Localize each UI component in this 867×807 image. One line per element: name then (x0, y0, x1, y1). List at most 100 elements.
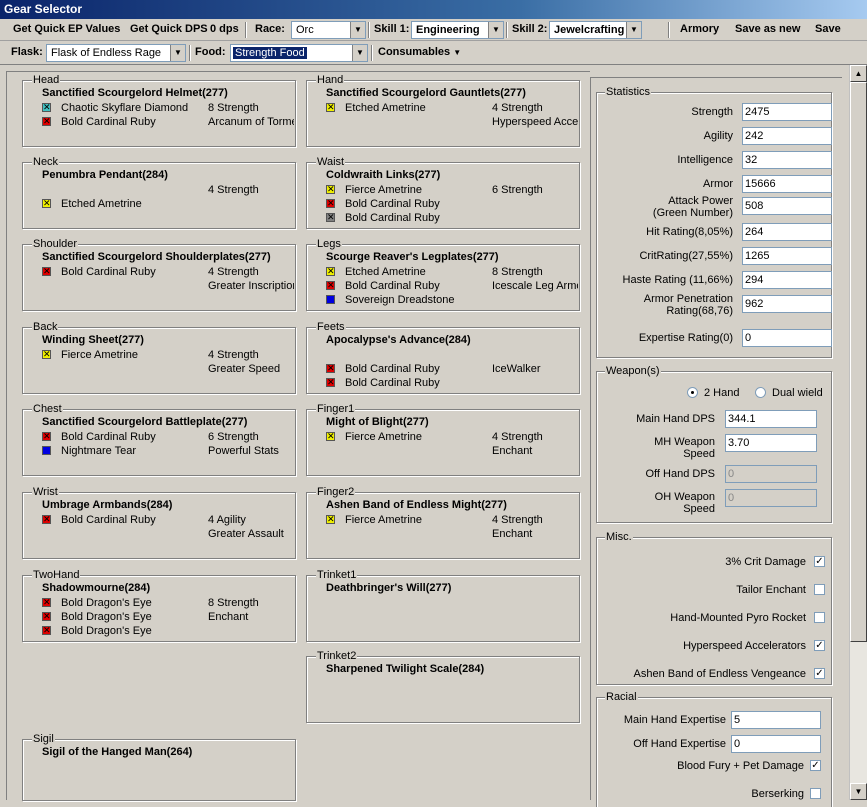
gear-enchant[interactable]: IceWalker (492, 363, 578, 376)
stat-enchant[interactable]: 4 Strength (492, 514, 578, 527)
misc-option-checkbox[interactable]: ✓ (814, 668, 825, 679)
misc-option-checkbox[interactable]: ✓ (814, 640, 825, 651)
get-quick-dps-button[interactable]: Get Quick DPS (130, 19, 208, 40)
item-name[interactable]: Umbrage Armbands(284) (42, 499, 172, 511)
gem-socket[interactable]: Fierce Ametrine (326, 183, 422, 197)
item-name[interactable]: Deathbringer's Will(277) (326, 582, 451, 594)
gem-socket[interactable]: Nightmare Tear (42, 445, 136, 458)
gear-slot-back[interactable]: BackWinding Sheet(277) Fierce Ametrine 4 S… (22, 320, 296, 394)
item-name[interactable]: Ashen Band of Endless Might(277) (326, 499, 507, 511)
vertical-scrollbar[interactable]: ▲ ▼ (849, 65, 867, 800)
gear-slot-head[interactable]: HeadSanctified Scourgelord Helmet(277) Ch… (22, 73, 296, 147)
misc-option-checkbox[interactable] (814, 584, 825, 595)
gem-socket[interactable]: Bold Cardinal Ruby (42, 430, 156, 444)
gear-enchant[interactable]: Arcanum of Torment (208, 116, 294, 129)
gear-slot-finger2[interactable]: Finger2Ashen Band of Endless Might(277) F… (306, 485, 580, 559)
stat-value-input[interactable]: 2475 (742, 103, 832, 121)
stat-value-input[interactable]: 508 (742, 197, 832, 215)
gem-socket[interactable]: Bold Cardinal Ruby (42, 513, 156, 527)
armory-button[interactable]: Armory (680, 19, 719, 40)
arrow-up-icon[interactable]: ▲ (850, 65, 867, 82)
gear-slot-hand[interactable]: Hand Sanctified Scourgelord Gauntlets(277… (306, 73, 580, 147)
gear-slot-wrist[interactable]: WristUmbrage Armbands(284) Bold Cardinal … (22, 485, 296, 559)
gear-enchant[interactable]: Enchant (208, 611, 294, 624)
stat-enchant[interactable]: 8 Strength (492, 266, 578, 279)
stat-enchant[interactable]: 6 Strength (208, 431, 294, 444)
gem-socket[interactable]: Etched Ametrine (326, 265, 426, 279)
gear-enchant[interactable]: Enchant (492, 528, 578, 541)
gem-socket[interactable]: Bold Cardinal Ruby (42, 115, 156, 129)
misc-option-checkbox[interactable]: ✓ (814, 556, 825, 567)
item-name[interactable]: Sanctified Scourgelord Gauntlets(277) (326, 87, 526, 99)
gem-socket[interactable]: Bold Cardinal Ruby (326, 362, 440, 376)
stat-value-input[interactable]: 1265 (742, 247, 832, 265)
stat-enchant[interactable]: 8 Strength (208, 597, 294, 610)
item-name[interactable]: Scourge Reaver's Legplates(277) (326, 251, 499, 263)
gem-socket[interactable]: Bold Dragon's Eye (42, 624, 152, 638)
item-name[interactable]: Penumbra Pendant(284) (42, 169, 168, 181)
item-name[interactable]: Apocalypse's Advance(284) (326, 334, 471, 346)
skill2-select[interactable]: Jewelcrafting ▼ (549, 21, 642, 39)
stat-enchant[interactable]: 4 Strength (208, 184, 294, 197)
gem-socket[interactable]: Bold Cardinal Ruby (326, 376, 440, 390)
main-hand-dps-input[interactable]: 344.1 (725, 410, 817, 428)
gem-socket[interactable]: Bold Dragon's Eye (42, 596, 152, 610)
get-quick-ep-button[interactable]: Get Quick EP Values (13, 19, 120, 40)
item-name[interactable]: Sigil of the Hanged Man(264) (42, 746, 192, 758)
gem-socket[interactable]: Bold Cardinal Ruby (42, 265, 156, 279)
stat-enchant[interactable]: 4 Strength (492, 102, 578, 115)
gem-socket[interactable]: Bold Cardinal Ruby (326, 197, 440, 211)
stat-enchant[interactable]: 6 Strength (492, 184, 578, 197)
race-select[interactable]: Orc ▼ (291, 21, 366, 39)
berserking-checkbox[interactable] (810, 788, 821, 799)
save-as-new-button[interactable]: Save as new (735, 19, 800, 40)
item-name[interactable]: Sanctified Scourgelord Battleplate(277) (42, 416, 247, 428)
gem-socket[interactable]: Fierce Ametrine (42, 348, 138, 362)
gear-slot-sigil[interactable]: Sigil Sigil of the Hanged Man(264) (22, 732, 296, 801)
gear-slot-feet[interactable]: FeetsApocalypse's Advance(284) Bold Cardi… (306, 320, 580, 394)
misc-option-checkbox[interactable] (814, 612, 825, 623)
dual-wield-radio[interactable]: Dual wield (755, 387, 823, 399)
arrow-down-icon[interactable]: ▼ (850, 783, 867, 800)
food-select[interactable]: Strength Food ▼ (230, 44, 368, 62)
gear-slot-chest[interactable]: Chest Sanctified Scourgelord Battleplate(… (22, 402, 296, 476)
stat-enchant[interactable]: 4 Agility (208, 514, 294, 527)
gear-enchant[interactable]: Greater Inscription of the Axe (208, 280, 294, 293)
gear-slot-trinket1[interactable]: Trinket1 Deathbringer's Will(277) (306, 568, 580, 642)
item-name[interactable]: Might of Blight(277) (326, 416, 429, 428)
gem-socket[interactable]: Sovereign Dreadstone (326, 294, 454, 307)
gem-socket[interactable]: Fierce Ametrine (326, 513, 422, 527)
gear-slot-legs[interactable]: LegsScourge Reaver's Legplates(277) Etche… (306, 237, 580, 311)
gem-socket[interactable]: Etched Ametrine (326, 101, 426, 115)
item-name[interactable]: Sanctified Scourgelord Shoulderplates(27… (42, 251, 271, 263)
gear-enchant[interactable]: Greater Assault (208, 528, 294, 541)
gear-enchant[interactable]: Hyperspeed Accelerators (492, 116, 578, 129)
stat-value-input[interactable]: 32 (742, 151, 832, 169)
gem-socket[interactable]: Bold Cardinal Ruby (326, 211, 440, 225)
mh-expertise-input[interactable]: 5 (731, 711, 821, 729)
gear-slot-neck[interactable]: NeckPenumbra Pendant(284) Etched Ametrine… (22, 155, 296, 229)
blood-fury-checkbox[interactable]: ✓ (810, 760, 821, 771)
skill1-select[interactable]: Engineering ▼ (411, 21, 504, 39)
mh-weapon-speed-input[interactable]: 3.70 (725, 434, 817, 452)
oh-expertise-input[interactable]: 0 (731, 735, 821, 753)
item-name[interactable]: Sanctified Scourgelord Helmet(277) (42, 87, 228, 99)
two-hand-radio[interactable]: 2 Hand (687, 387, 739, 399)
consumables-menu[interactable]: Consumables ▼ (378, 42, 461, 63)
gear-slot-twohand[interactable]: TwoHandShadowmourne(284) Bold Dragon's Ey… (22, 568, 296, 642)
gem-socket[interactable]: Etched Ametrine (42, 197, 142, 211)
stat-value-input[interactable]: 15666 (742, 175, 832, 193)
stat-enchant[interactable]: 4 Strength (208, 266, 294, 279)
gear-slot-finger1[interactable]: Finger1Might of Blight(277) Fierce Ametri… (306, 402, 580, 476)
item-name[interactable]: Shadowmourne(284) (42, 582, 150, 594)
item-name[interactable]: Sharpened Twilight Scale(284) (326, 663, 484, 675)
stat-value-input[interactable]: 264 (742, 223, 832, 241)
gear-enchant[interactable]: Enchant (492, 445, 578, 458)
gear-enchant[interactable]: Powerful Stats (208, 445, 294, 458)
stat-value-input[interactable]: 962 (742, 295, 832, 313)
gem-socket[interactable]: Bold Cardinal Ruby (326, 279, 440, 293)
stat-value-input[interactable]: 0 (742, 329, 832, 347)
gem-socket[interactable]: Chaotic Skyflare Diamond (42, 101, 188, 115)
item-name[interactable]: Coldwraith Links(277) (326, 169, 440, 181)
gem-socket[interactable]: Bold Dragon's Eye (42, 610, 152, 624)
